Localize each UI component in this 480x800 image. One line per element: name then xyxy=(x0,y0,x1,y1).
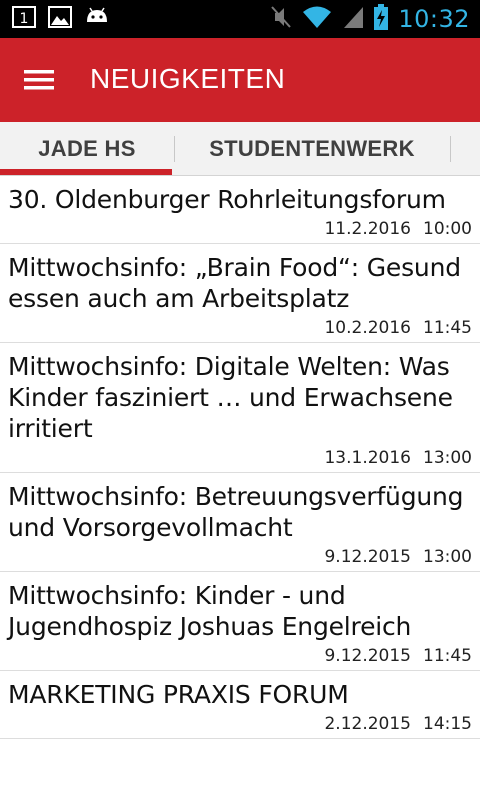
news-time: 14:15 xyxy=(423,714,472,734)
android-icon xyxy=(84,6,110,33)
news-item[interactable]: MARKETING PRAXIS FORUM 2.12.2015 14:15 xyxy=(0,671,480,739)
news-title: Mittwochsinfo: Betreuungsverfügung und V… xyxy=(8,482,464,542)
news-time: 11:45 xyxy=(423,318,472,338)
news-timestamp: 9.12.2015 11:45 xyxy=(8,642,472,670)
page-title: NEUIGKEITEN xyxy=(90,63,286,94)
news-item[interactable]: Mittwochsinfo: Kinder - und Jugendhospiz… xyxy=(0,572,480,671)
tab-jade-hs[interactable]: JADE HS xyxy=(0,122,174,176)
news-date: 11.2.2016 xyxy=(324,219,411,239)
news-list: 30. Oldenburger Rohrleitungsforum 11.2.2… xyxy=(0,176,480,739)
status-bar: 1 10:32 xyxy=(0,0,480,38)
news-date: 9.12.2015 xyxy=(324,646,411,666)
news-time: 13:00 xyxy=(423,448,472,468)
hamburger-menu-icon xyxy=(24,70,54,90)
news-time: 13:00 xyxy=(423,547,472,567)
notification-area: 1 xyxy=(12,5,110,33)
status-clock: 10:32 xyxy=(398,5,470,33)
news-title: Mittwochsinfo: Digitale Welten: Was Kind… xyxy=(8,352,453,443)
menu-button[interactable] xyxy=(20,62,60,98)
news-item[interactable]: Mittwochsinfo: Digitale Welten: Was Kind… xyxy=(0,343,480,473)
news-timestamp: 9.12.2015 13:00 xyxy=(8,543,472,571)
tab-divider xyxy=(450,136,451,162)
news-title: Mittwochsinfo: „Brain Food“: Gesund esse… xyxy=(8,253,461,313)
tab-studentenwerk[interactable]: STUDENTENWERK xyxy=(174,122,450,176)
wifi-icon xyxy=(302,5,332,34)
tab-bar: JADE HS STUDENTENWERK xyxy=(0,122,480,176)
news-title: Mittwochsinfo: Kinder - und Jugendhospiz… xyxy=(8,581,412,641)
tab-selection-indicator xyxy=(0,169,172,175)
battery-charging-icon xyxy=(374,3,389,35)
news-timestamp: 13.1.2016 13:00 xyxy=(8,444,472,472)
app-toolbar: NEUIGKEITEN xyxy=(0,38,480,122)
news-title: 30. Oldenburger Rohrleitungsforum xyxy=(8,185,446,214)
news-date: 2.12.2015 xyxy=(324,714,411,734)
news-item[interactable]: Mittwochsinfo: „Brain Food“: Gesund esse… xyxy=(0,244,480,343)
sim-1-icon: 1 xyxy=(12,5,36,33)
news-timestamp: 2.12.2015 14:15 xyxy=(8,710,472,738)
system-tray: 10:32 xyxy=(270,3,470,35)
news-date: 13.1.2016 xyxy=(324,448,411,468)
signal-icon xyxy=(342,5,364,34)
news-item[interactable]: 30. Oldenburger Rohrleitungsforum 11.2.2… xyxy=(0,176,480,244)
news-item[interactable]: Mittwochsinfo: Betreuungsverfügung und V… xyxy=(0,473,480,572)
news-date: 9.12.2015 xyxy=(324,547,411,567)
mute-icon xyxy=(270,4,292,35)
image-icon xyxy=(48,5,72,33)
news-time: 11:45 xyxy=(423,646,472,666)
news-time: 10:00 xyxy=(423,219,472,239)
news-timestamp: 10.2.2016 11:45 xyxy=(8,314,472,342)
news-date: 10.2.2016 xyxy=(324,318,411,338)
news-timestamp: 11.2.2016 10:00 xyxy=(8,215,472,243)
news-title: MARKETING PRAXIS FORUM xyxy=(8,680,349,709)
svg-text:1: 1 xyxy=(20,11,29,27)
